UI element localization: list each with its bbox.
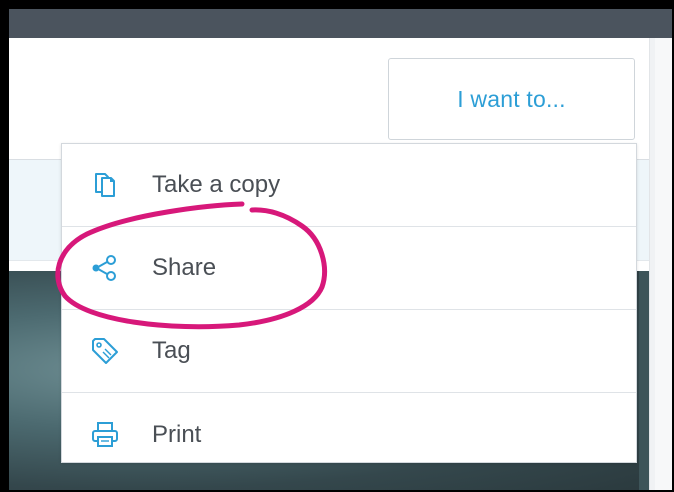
tag-icon	[90, 336, 120, 366]
i-want-to-button[interactable]: I want to...	[388, 58, 635, 140]
share-icon	[90, 253, 120, 283]
copy-icon	[90, 170, 120, 200]
menu-item-tag[interactable]: Tag	[62, 310, 636, 393]
right-gutter	[655, 38, 672, 490]
menu-item-label: Take a copy	[152, 171, 281, 198]
app-viewport: I want to... Take a copy Share Tag Print	[9, 9, 672, 490]
actions-dropdown-menu: Take a copy Share Tag Print	[61, 143, 637, 463]
menu-item-share[interactable]: Share	[62, 227, 636, 310]
menu-item-label: Share	[152, 254, 217, 281]
top-bar	[9, 9, 672, 38]
print-icon	[90, 420, 120, 450]
screenshot-frame: I want to... Take a copy Share Tag Print	[0, 0, 674, 492]
menu-item-label: Tag	[152, 337, 191, 364]
photo-edge	[639, 271, 649, 490]
menu-item-print[interactable]: Print	[62, 393, 636, 476]
menu-item-take-a-copy[interactable]: Take a copy	[62, 144, 636, 227]
menu-item-label: Print	[152, 420, 202, 448]
